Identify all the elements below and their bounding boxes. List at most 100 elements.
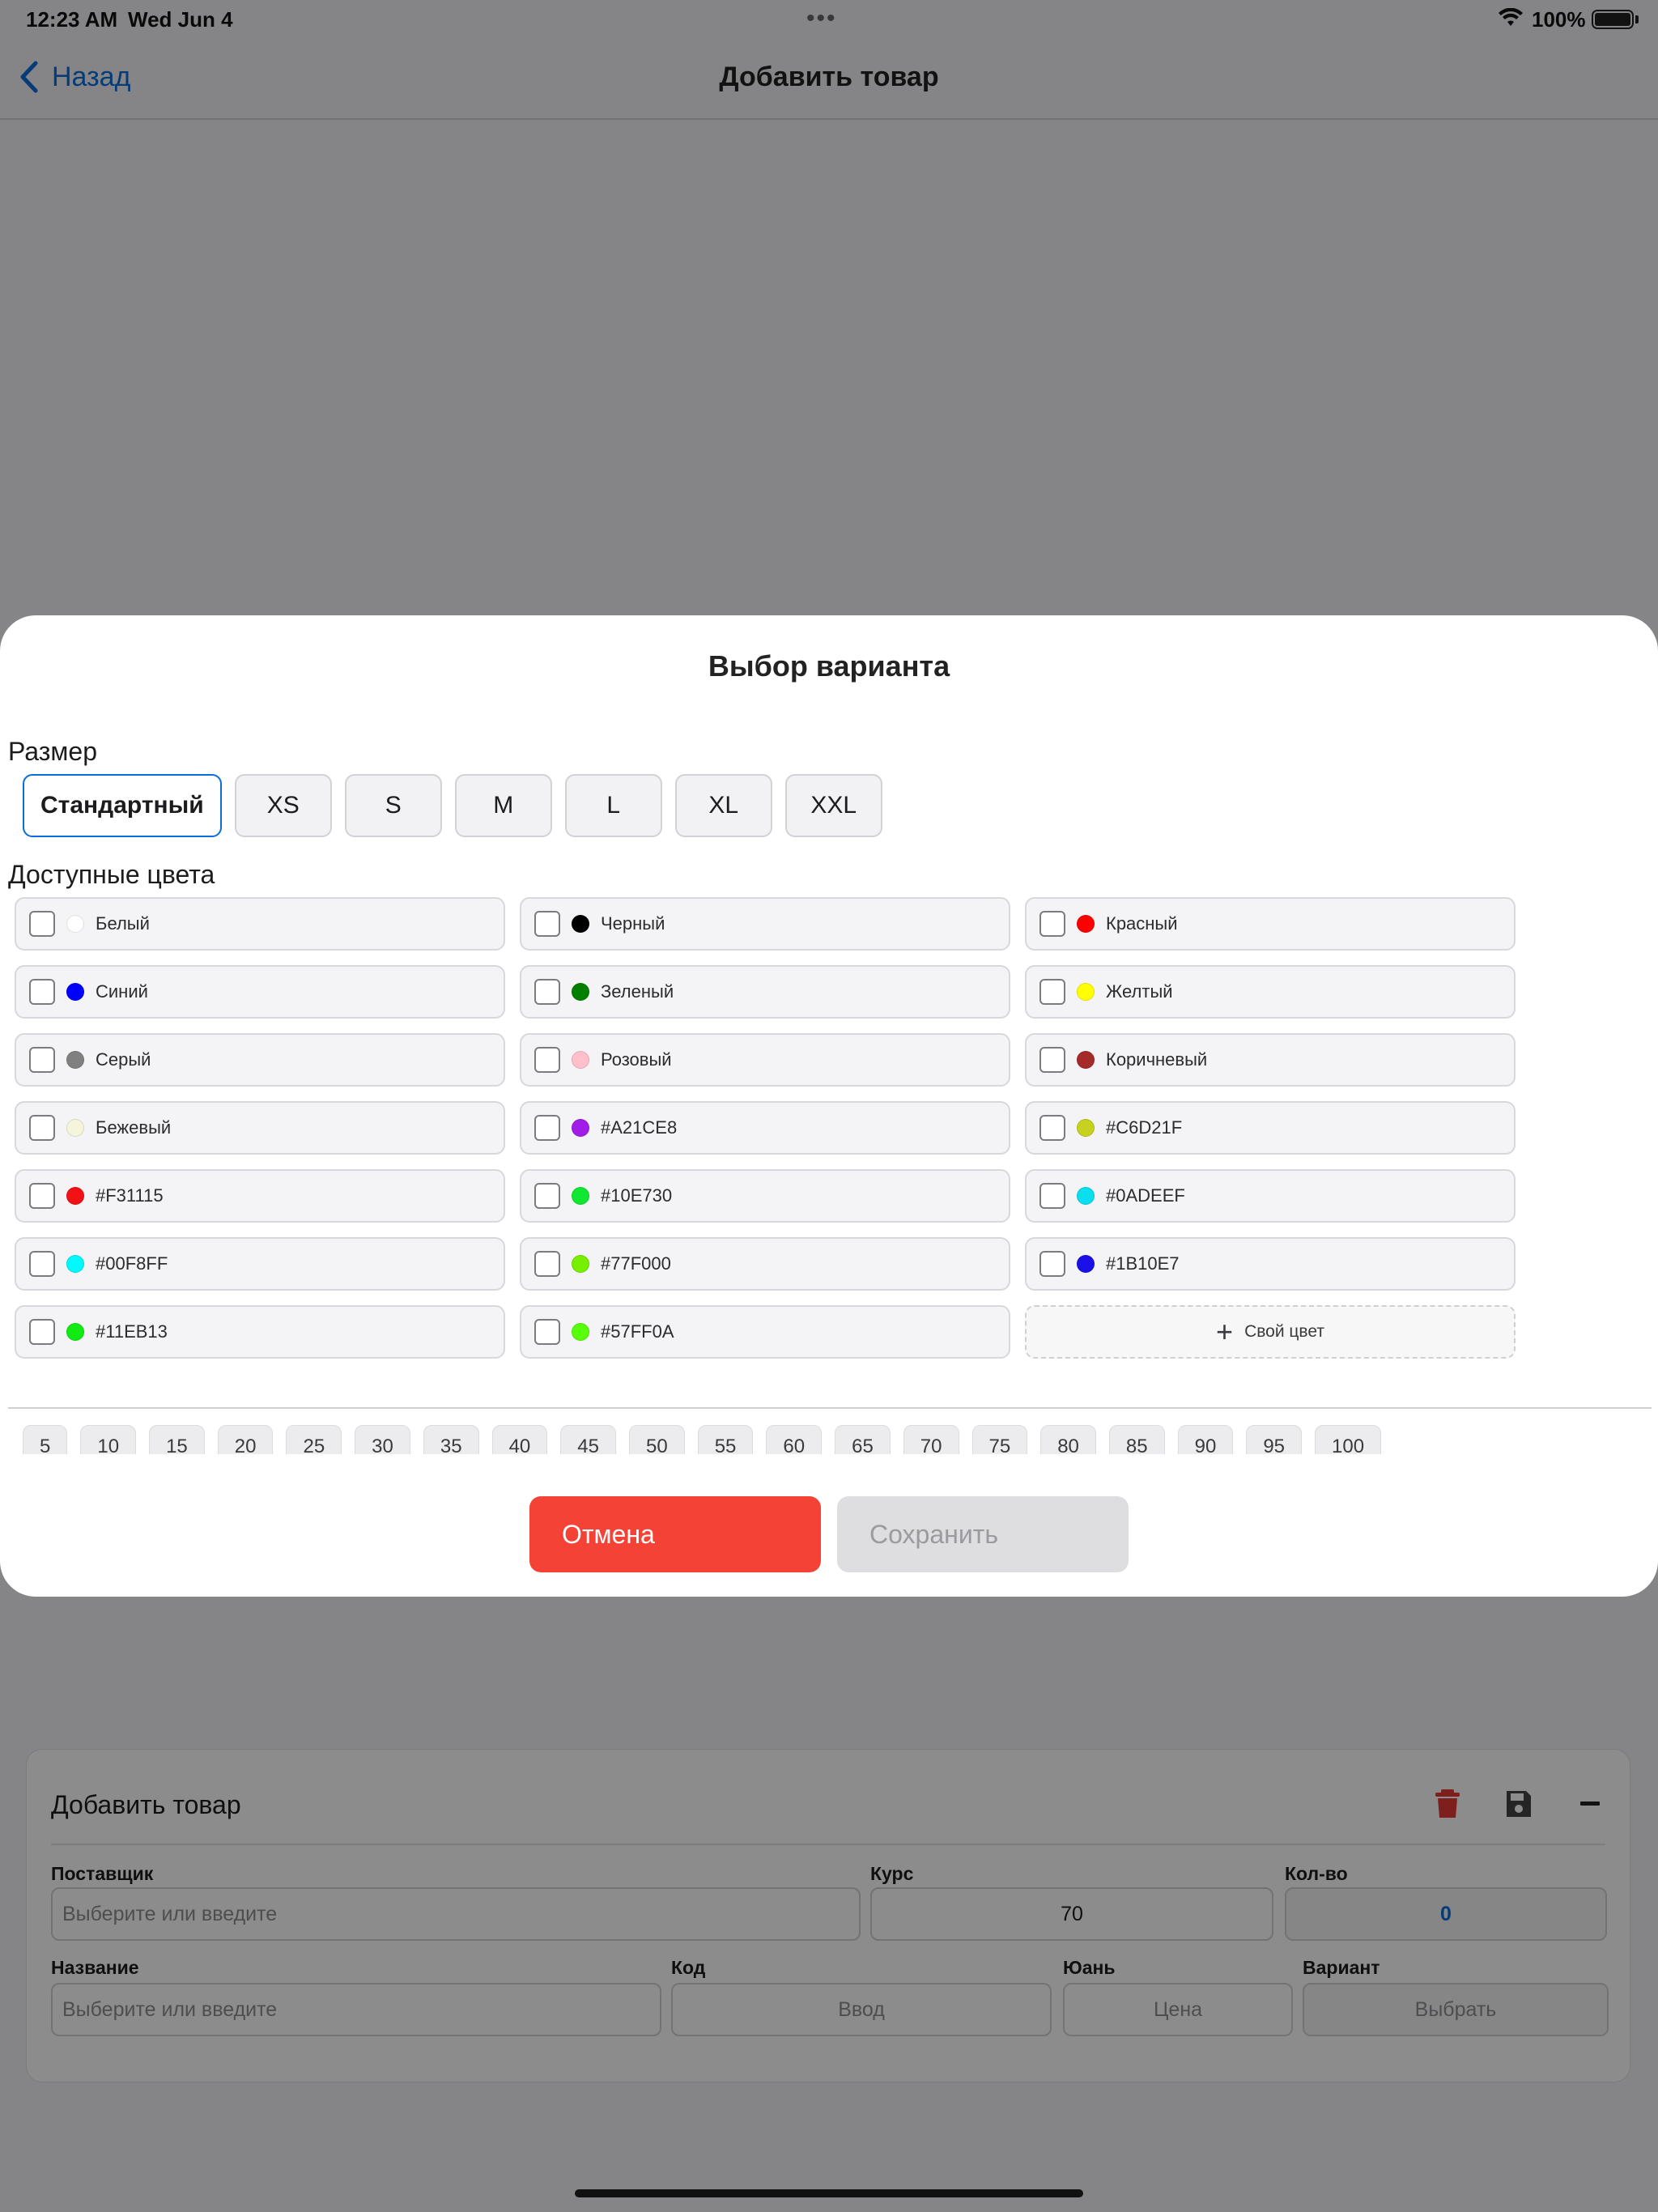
color-checkbox[interactable] — [534, 1251, 560, 1277]
color-options: Белый Черный Красный Синий Зеленый Желтый Серы… — [15, 897, 1519, 1359]
color-option[interactable]: #11EB13 — [15, 1305, 505, 1359]
color-option[interactable]: Розовый — [520, 1033, 1010, 1087]
save-button[interactable]: Сохранить — [837, 1496, 1129, 1572]
color-swatch — [66, 1051, 84, 1069]
color-checkbox[interactable] — [29, 1183, 55, 1209]
color-swatch — [572, 915, 589, 933]
quantity-preset[interactable]: 90 — [1177, 1425, 1234, 1454]
color-option[interactable]: #0ADEEF — [1025, 1169, 1516, 1223]
quantity-preset[interactable]: 80 — [1040, 1425, 1096, 1454]
color-label: Белый — [96, 913, 150, 934]
color-checkbox[interactable] — [1039, 1251, 1065, 1277]
color-swatch — [1077, 1051, 1095, 1069]
color-option[interactable]: #C6D21F — [1025, 1101, 1516, 1155]
quantity-preset[interactable]: 15 — [149, 1425, 205, 1454]
quantity-preset[interactable]: 35 — [423, 1425, 479, 1454]
color-checkbox[interactable] — [534, 1183, 560, 1209]
home-indicator[interactable] — [575, 2189, 1083, 2197]
color-checkbox[interactable] — [29, 1319, 55, 1345]
quantity-preset[interactable]: 30 — [355, 1425, 410, 1454]
size-option[interactable]: XS — [234, 774, 332, 837]
color-checkbox[interactable] — [534, 911, 560, 937]
color-option[interactable]: Желтый — [1025, 965, 1516, 1019]
quantity-preset[interactable]: 50 — [628, 1425, 685, 1454]
color-checkbox[interactable] — [29, 911, 55, 937]
color-swatch — [572, 983, 589, 1001]
color-option[interactable]: #F31115 — [15, 1169, 505, 1223]
color-label: Зеленый — [601, 981, 674, 1002]
quantity-preset[interactable]: 25 — [286, 1425, 342, 1454]
quantity-preset[interactable]: 60 — [766, 1425, 823, 1454]
color-label: #77F000 — [601, 1253, 671, 1274]
quantity-preset[interactable]: 20 — [217, 1425, 274, 1454]
quantity-preset[interactable]: 5 — [23, 1425, 68, 1454]
quantity-preset[interactable]: 45 — [560, 1425, 616, 1454]
size-section-label: Размер — [8, 737, 97, 766]
color-checkbox[interactable] — [29, 1251, 55, 1277]
quantity-divider — [8, 1407, 1652, 1409]
color-label: #0ADEEF — [1106, 1185, 1185, 1206]
color-option[interactable]: Коричневый — [1025, 1033, 1516, 1087]
quantity-preset[interactable]: 70 — [903, 1425, 959, 1454]
color-option[interactable]: #57FF0A — [520, 1305, 1010, 1359]
color-checkbox[interactable] — [29, 1115, 55, 1141]
color-label: #1B10E7 — [1106, 1253, 1180, 1274]
color-checkbox[interactable] — [1039, 979, 1065, 1005]
color-label: Синий — [96, 981, 148, 1002]
color-label: Желтый — [1106, 981, 1173, 1002]
color-swatch — [66, 1255, 84, 1273]
size-option[interactable]: S — [344, 774, 442, 837]
color-checkbox[interactable] — [1039, 911, 1065, 937]
modal-actions: Отмена Сохранить — [529, 1496, 1129, 1572]
quantity-preset[interactable]: 65 — [835, 1425, 891, 1454]
color-option[interactable]: Зеленый — [520, 965, 1010, 1019]
color-option[interactable]: #77F000 — [520, 1237, 1010, 1291]
color-label: Коричневый — [1106, 1049, 1208, 1070]
color-swatch — [572, 1187, 589, 1205]
color-option[interactable]: Серый — [15, 1033, 505, 1087]
quantity-preset[interactable]: 95 — [1246, 1425, 1303, 1454]
color-checkbox[interactable] — [1039, 1115, 1065, 1141]
color-checkbox[interactable] — [29, 979, 55, 1005]
cancel-button[interactable]: Отмена — [529, 1496, 821, 1572]
quantity-preset[interactable]: 85 — [1108, 1425, 1165, 1454]
variant-picker-modal: Выбор варианта Размер Стандартный XS S M L XL… — [0, 615, 1658, 1597]
size-option[interactable]: L — [564, 774, 662, 837]
color-option[interactable]: Синий — [15, 965, 505, 1019]
color-option[interactable]: Красный — [1025, 897, 1516, 951]
color-swatch — [1077, 1119, 1095, 1137]
quantity-preset[interactable]: 40 — [491, 1425, 548, 1454]
color-swatch — [66, 1323, 84, 1341]
quantity-preset[interactable]: 10 — [80, 1425, 137, 1454]
color-checkbox[interactable] — [1039, 1047, 1065, 1073]
color-checkbox[interactable] — [534, 1047, 560, 1073]
size-option[interactable]: XL — [674, 774, 772, 837]
color-swatch — [66, 1119, 84, 1137]
color-option[interactable]: #00F8FF — [15, 1237, 505, 1291]
color-swatch — [572, 1323, 589, 1341]
color-option[interactable]: #10E730 — [520, 1169, 1010, 1223]
color-option[interactable]: Черный — [520, 897, 1010, 951]
color-checkbox[interactable] — [534, 979, 560, 1005]
add-custom-color-button[interactable]: + Свой цвет — [1025, 1305, 1516, 1359]
color-checkbox[interactable] — [534, 1115, 560, 1141]
size-option[interactable]: M — [454, 774, 552, 837]
quantity-preset[interactable]: 75 — [971, 1425, 1028, 1454]
color-option[interactable]: Белый — [15, 897, 505, 951]
quantity-preset[interactable]: 100 — [1315, 1425, 1382, 1454]
color-label: #10E730 — [601, 1185, 673, 1206]
plus-icon: + — [1216, 1315, 1234, 1348]
color-checkbox[interactable] — [534, 1319, 560, 1345]
size-option[interactable]: Стандартный — [23, 774, 222, 837]
color-option[interactable]: #1B10E7 — [1025, 1237, 1516, 1291]
size-option[interactable]: XXL — [784, 774, 882, 837]
color-checkbox[interactable] — [1039, 1183, 1065, 1209]
quantity-preset[interactable]: 55 — [697, 1425, 754, 1454]
color-option[interactable]: Бежевый — [15, 1101, 505, 1155]
color-swatch — [1077, 983, 1095, 1001]
size-options: Стандартный XS S M L XL XXL — [23, 774, 882, 837]
color-checkbox[interactable] — [29, 1047, 55, 1073]
color-label: Розовый — [601, 1049, 672, 1070]
color-swatch — [1077, 915, 1095, 933]
color-option[interactable]: #A21CE8 — [520, 1101, 1010, 1155]
